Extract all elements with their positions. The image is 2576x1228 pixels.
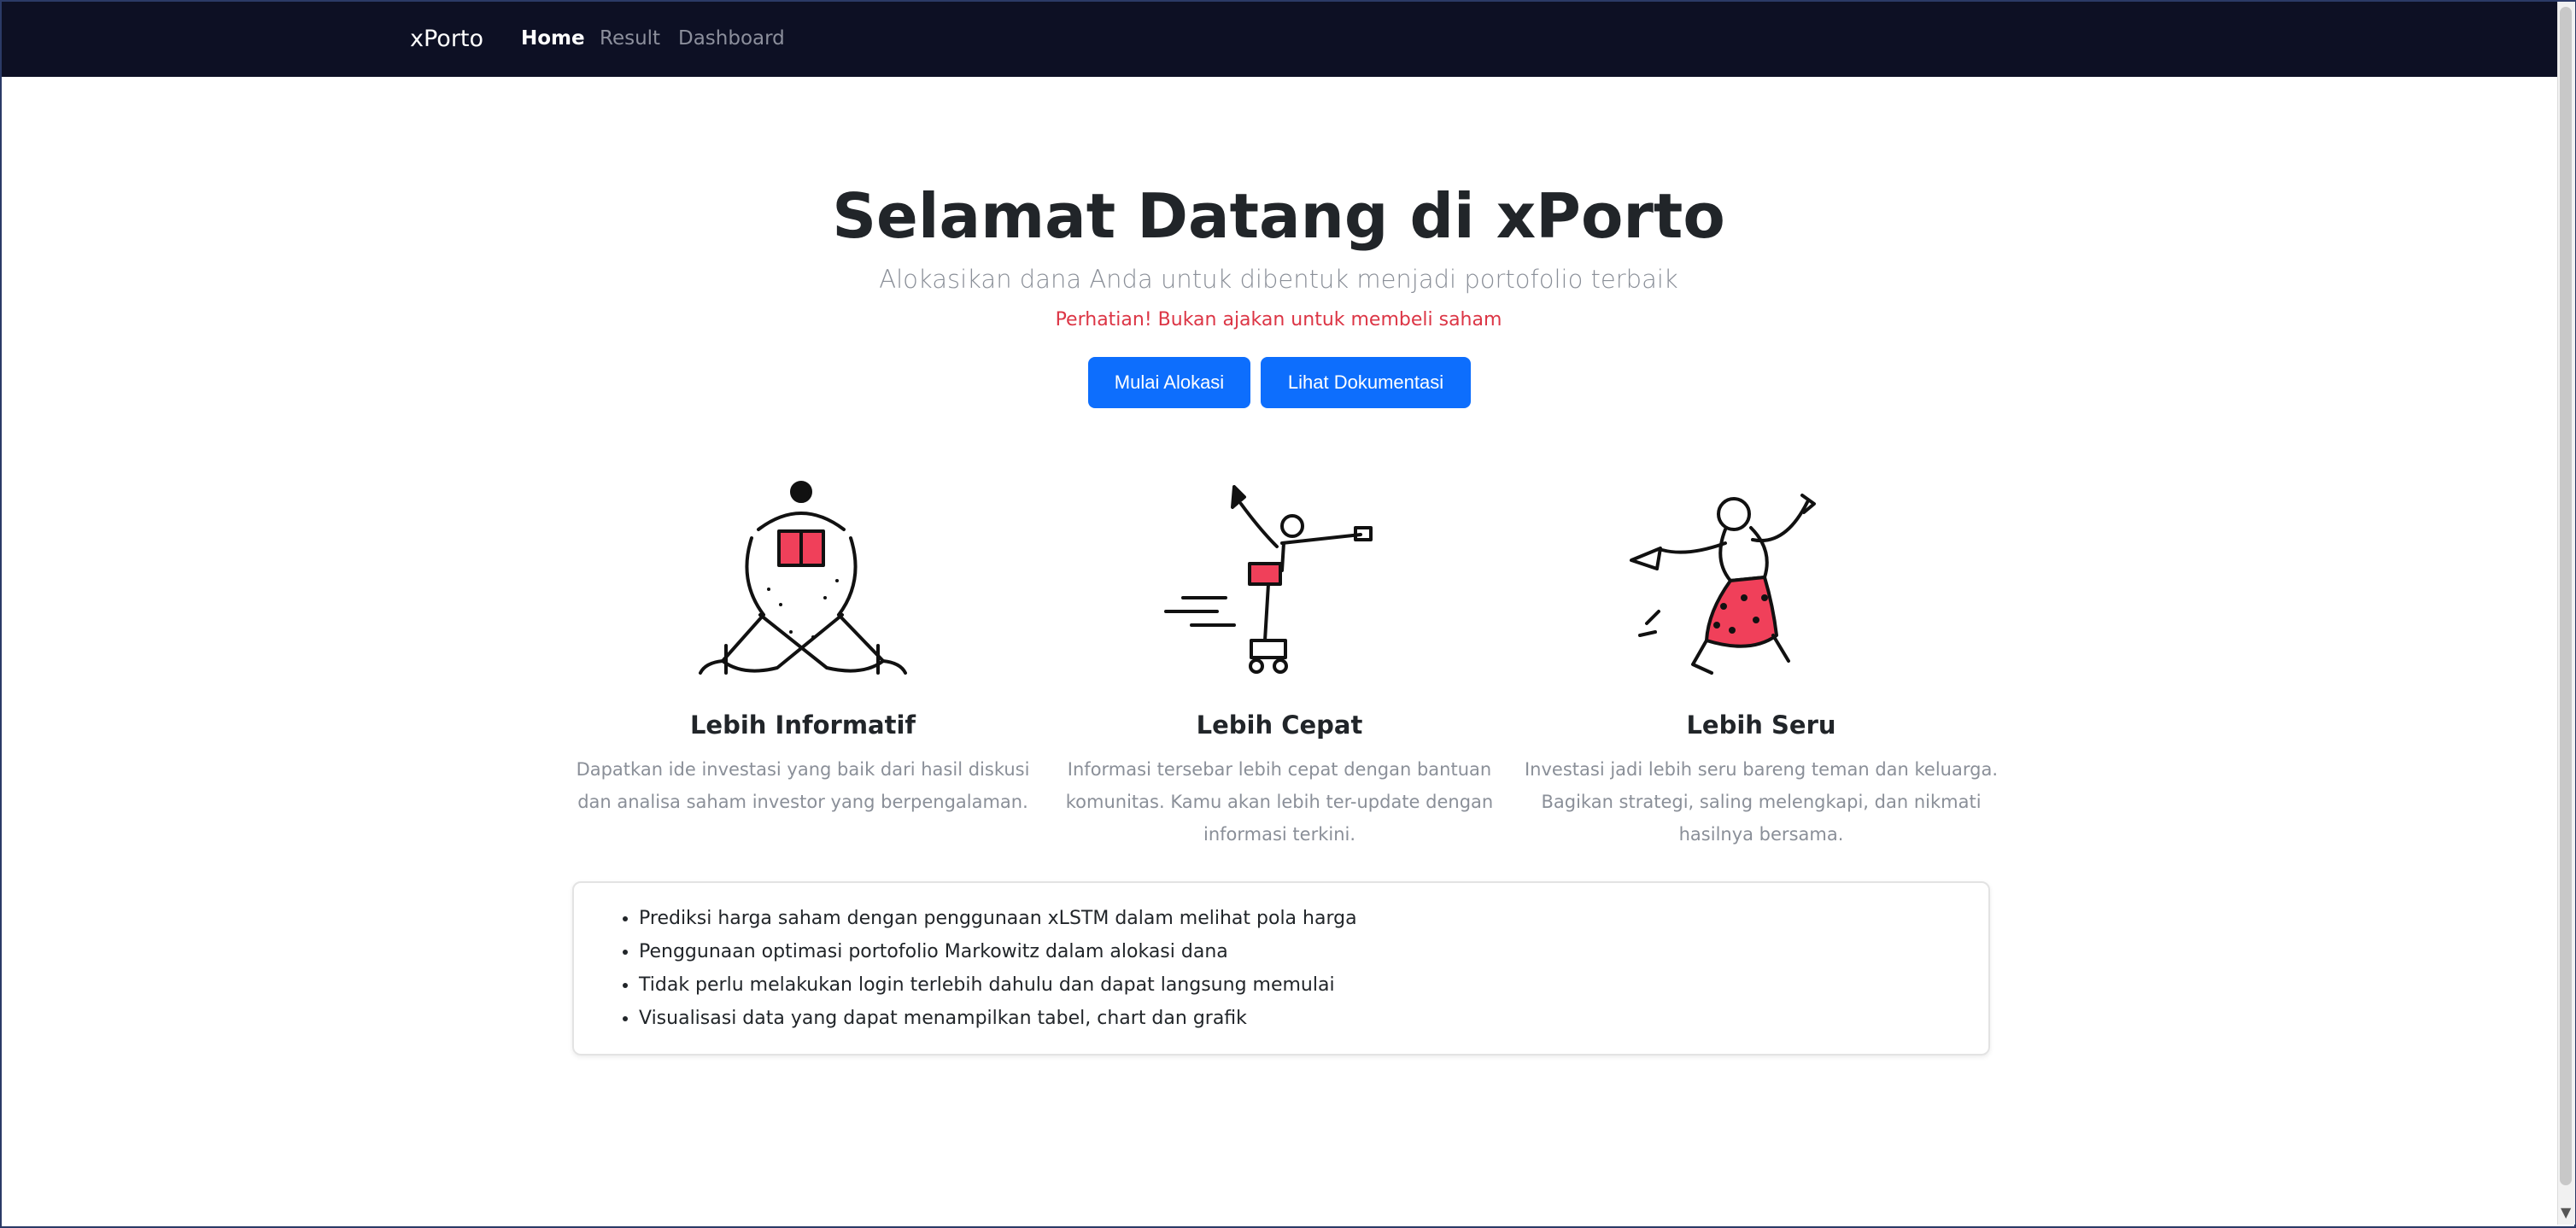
scrollbar-thumb[interactable] [2560,7,2572,1185]
top-navbar: xPorto Home Result Dashboard [2,2,2557,77]
highlight-item: Prediksi harga saham dengan penggunaan x… [639,902,1988,935]
roller-skater-illustration [1164,485,1373,674]
page-subtitle: Alokasikan dana Anda untuk dibentuk menj… [879,265,1678,294]
highlights-card: Prediksi harga saham dengan penggunaan x… [572,881,1990,1055]
feature-title-informative: Lebih Informatif [689,710,916,740]
feature-title-fun: Lebih Seru [1686,710,1836,740]
view-documentation-button[interactable]: Lihat Dokumentasi [1261,357,1471,408]
feature-description-faster: Informasi tersebar lebih cepat dengan ba… [1065,759,1494,845]
nav-result[interactable]: Result [600,27,660,50]
highlight-item: Penggunaan optimasi portofolio Markowitz… [639,935,1988,968]
nav-home[interactable]: Home [521,27,585,50]
page-title: Selamat Datang di xPorto [832,180,1725,252]
highlight-item: Tidak perlu melakukan login terlebih dah… [639,968,1988,1002]
feature-description-informative: Dapatkan ide investasi yang baik dari ha… [576,759,1030,812]
nav-dashboard[interactable]: Dashboard [678,27,785,50]
start-allocation-button[interactable]: Mulai Alokasi [1088,357,1250,408]
highlight-item: Visualisasi data yang dapat menampilkan … [639,1002,1988,1035]
brand-logo[interactable]: xPorto [410,26,483,52]
feature-title-faster: Lebih Cepat [1196,710,1363,740]
dancing-person-illustration [1630,494,1816,675]
reading-person-illustration [699,481,907,675]
scroll-down-icon[interactable]: ▼ [2561,1204,2571,1220]
highlights-list: Prediksi harga saham dengan penggunaan x… [574,883,1988,1035]
warning-text: Perhatian! Bukan ajakan untuk membeli sa… [1055,309,1502,330]
feature-description-fun: Investasi jadi lebih seru bareng teman d… [1524,759,1998,845]
